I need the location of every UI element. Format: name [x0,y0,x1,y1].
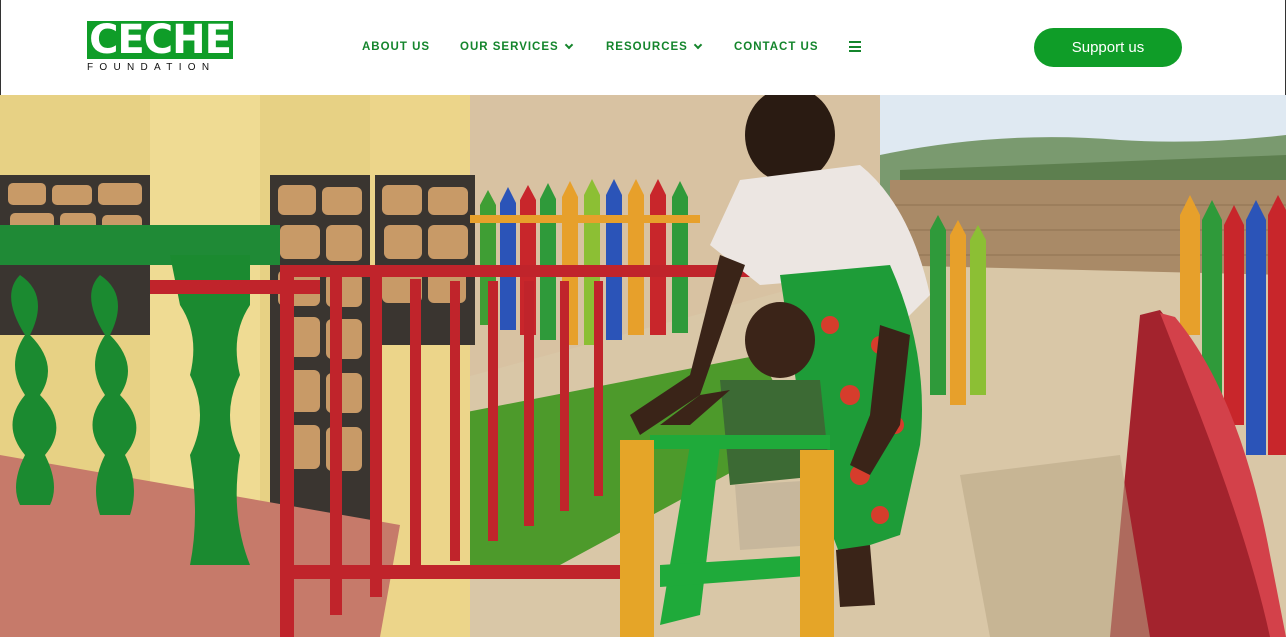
nav-our-services[interactable]: OUR SERVICES [460,40,573,54]
ceche-foundation-logo[interactable]: CECHE FOUNDATION [87,20,233,73]
logo-subtitle: FOUNDATION [87,62,216,73]
nav-contact-us-label: CONTACT US [734,41,819,53]
chevron-down-icon [693,40,703,50]
nav-about-us-label: ABOUT US [362,41,431,53]
site-header: CECHE FOUNDATION ABOUT US OUR SERVICES R… [0,0,1286,95]
nav-resources[interactable]: RESOURCES [606,40,703,54]
nav-about-us[interactable]: ABOUT US [362,40,430,54]
nav-contact-us[interactable]: CONTACT US [734,40,819,54]
hamburger-icon[interactable] [849,41,861,52]
support-us-button[interactable]: Support us [1034,28,1182,67]
nav-our-services-label: OUR SERVICES [460,41,559,53]
chevron-down-icon [564,40,573,50]
nav-resources-label: RESOURCES [606,41,688,53]
hero-image [0,95,1286,637]
logo-wordmark: CECHE [87,20,233,60]
